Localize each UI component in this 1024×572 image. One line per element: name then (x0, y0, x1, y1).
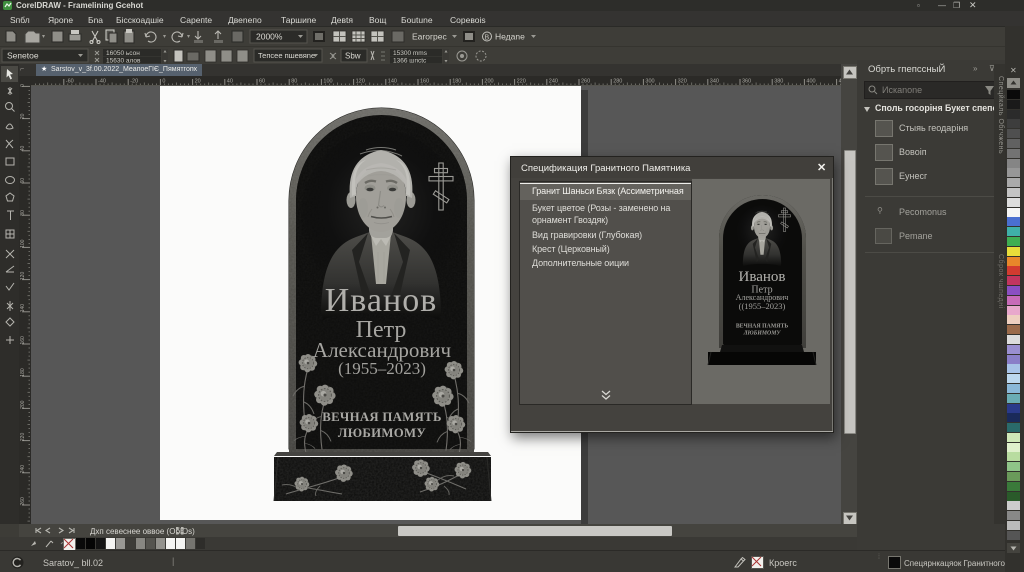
svg-text:300: 300 (645, 79, 654, 85)
svg-text:60: 60 (20, 178, 26, 184)
svg-text:0: 0 (20, 84, 26, 87)
svg-text:260: 260 (581, 79, 590, 85)
svg-text:140: 140 (20, 304, 26, 313)
svg-text:100: 100 (323, 79, 332, 85)
svg-text:Иванов: Иванов (325, 282, 438, 319)
svg-text:Иванов: Иванов (739, 269, 786, 285)
svg-text:20: 20 (20, 113, 26, 119)
svg-text:((1955–2023): ((1955–2023) (739, 301, 786, 311)
svg-text:280: 280 (613, 79, 622, 85)
svg-text:Тепсее пшевяnе: Тепсее пшевяnе (258, 51, 315, 60)
svg-text:20: 20 (195, 79, 201, 85)
svg-text:16050 ьсон: 16050 ьсон (106, 50, 140, 57)
svg-text:200: 200 (20, 400, 26, 409)
svg-text:-20: -20 (130, 79, 138, 85)
svg-text:240: 240 (20, 465, 26, 474)
svg-text:400: 400 (806, 79, 815, 85)
svg-text:240: 240 (549, 79, 558, 85)
svg-text:120: 120 (356, 79, 365, 85)
svg-text:(1955–2023): (1955–2023) (338, 359, 426, 378)
svg-text:180: 180 (20, 368, 26, 377)
svg-text:100: 100 (20, 239, 26, 248)
svg-text:ВЕЧНАЯ ПАМЯТЬ: ВЕЧНАЯ ПАМЯТЬ (322, 410, 442, 424)
svg-text:180: 180 (452, 79, 461, 85)
svg-text:Еаrогрес: Еаrогрес (412, 32, 448, 42)
svg-text:Sепеtое: Sепеtое (7, 51, 39, 61)
svg-text:B: B (485, 35, 490, 42)
svg-text:Недаnе: Недаnе (495, 32, 525, 42)
svg-text:140: 140 (388, 79, 397, 85)
svg-text:340: 340 (710, 79, 719, 85)
svg-text:80: 80 (20, 210, 26, 216)
svg-text:ЛЮБИМОМУ: ЛЮБИМОМУ (743, 331, 782, 337)
svg-text:60: 60 (259, 79, 265, 85)
svg-text:220: 220 (517, 79, 526, 85)
svg-text:2000%: 2000% (256, 32, 283, 42)
svg-text:ВЕЧНАЯ ПАМЯТЬ: ВЕЧНАЯ ПАМЯТЬ (736, 324, 789, 330)
svg-text:260: 260 (20, 497, 26, 506)
svg-text:120: 120 (20, 272, 26, 281)
svg-text:380: 380 (774, 79, 783, 85)
svg-text:-40: -40 (98, 79, 106, 85)
svg-text:Sbw: Sbw (345, 52, 361, 61)
svg-text:15300 mms: 15300 mms (393, 50, 428, 57)
svg-text:40: 40 (20, 146, 26, 152)
svg-text:40: 40 (227, 79, 233, 85)
svg-text:0: 0 (162, 79, 165, 85)
svg-text:160: 160 (20, 336, 26, 345)
svg-text:80: 80 (291, 79, 297, 85)
svg-text:160: 160 (420, 79, 429, 85)
svg-text:200: 200 (484, 79, 493, 85)
svg-text:360: 360 (742, 79, 751, 85)
svg-text:ЛЮБИМОМУ: ЛЮБИМОМУ (338, 426, 427, 440)
svg-text:-60: -60 (66, 79, 74, 85)
svg-text:220: 220 (20, 433, 26, 442)
svg-text:320: 320 (678, 79, 687, 85)
